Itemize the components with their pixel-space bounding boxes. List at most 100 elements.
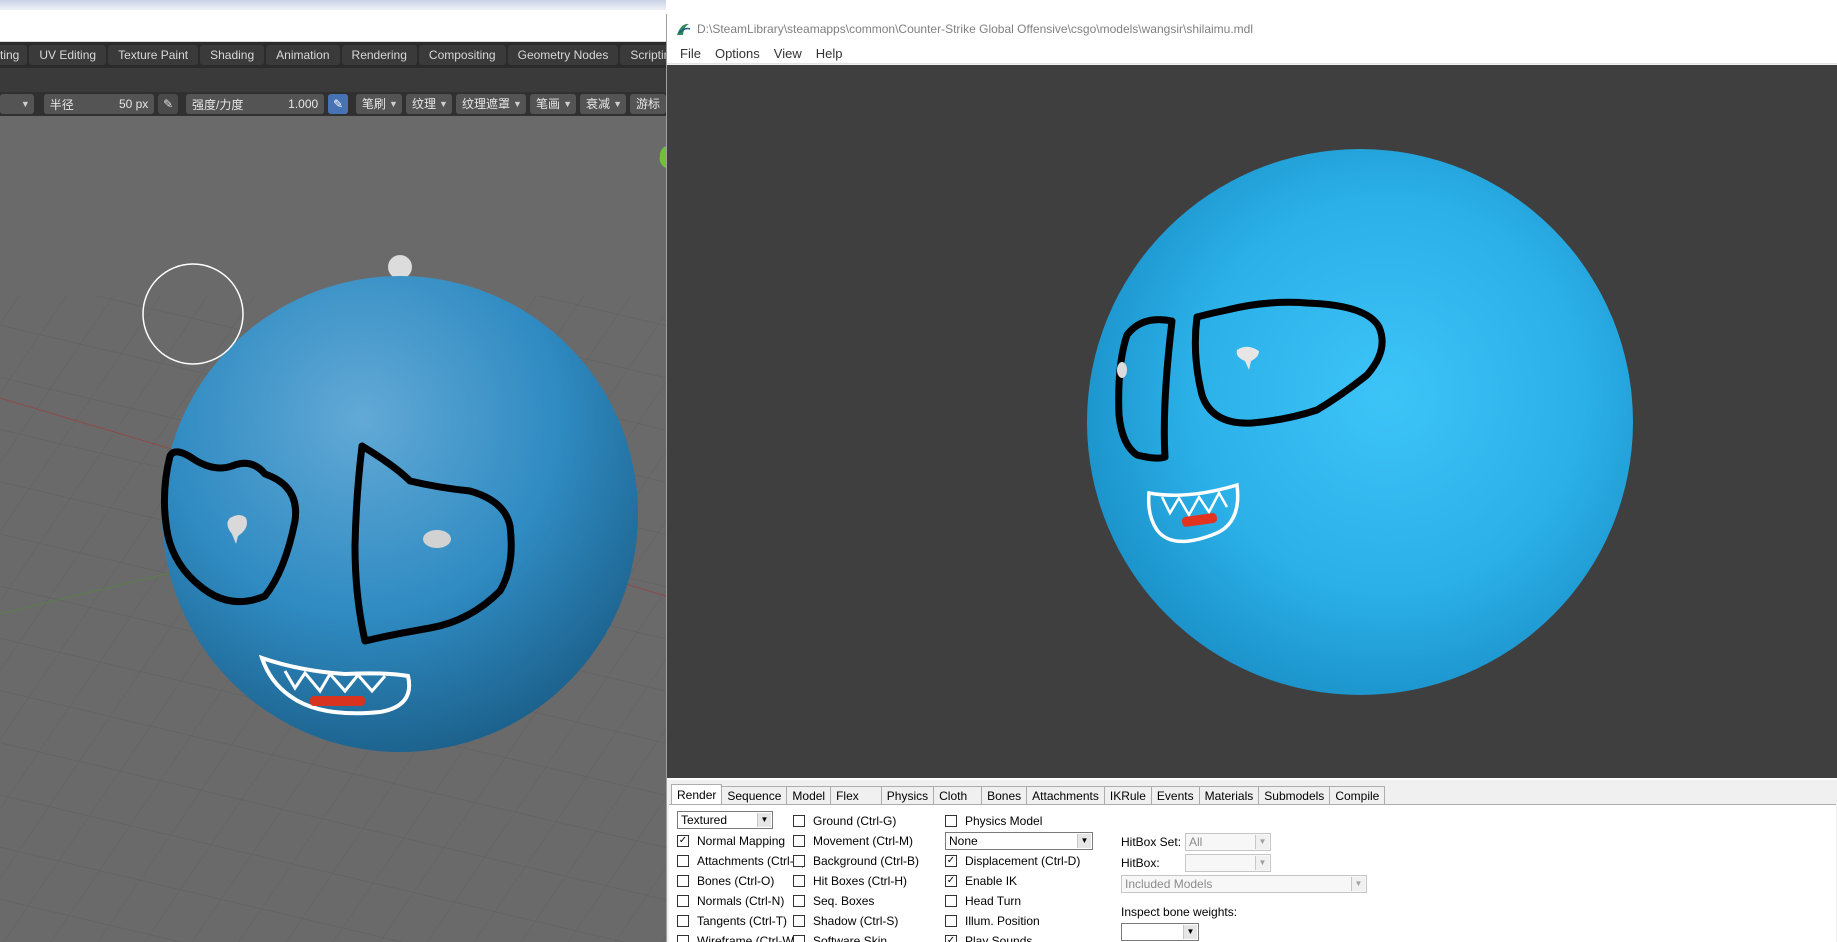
checkbox-box[interactable]: ✓	[677, 835, 689, 847]
strength-field[interactable]: 强度/力度 1.000	[186, 94, 325, 114]
checkbox-displacement[interactable]: ✓ Displacement (Ctrl-D)	[945, 853, 1080, 869]
checkbox-box[interactable]	[677, 915, 689, 927]
tab-attachments[interactable]: Attachments	[1026, 786, 1105, 804]
tab-model[interactable]: Model	[786, 786, 832, 804]
mode-dropdown[interactable]: ▼	[0, 94, 34, 114]
radius-label: 半径	[49, 97, 74, 112]
paint-tool-settings: ▼ 半径 50 px ✎ 强度/力度 1.000 ✎ 笔刷 ▼ 纹理 ▼ 纹理遮罩 ▼…	[0, 92, 666, 116]
texture-dropdown[interactable]: 纹理 ▼	[405, 94, 452, 114]
texture-dropdown-label: 纹理	[411, 97, 436, 111]
checkbox-box[interactable]	[945, 915, 957, 927]
render-mode-select[interactable]: Textured ▼	[677, 811, 773, 829]
texture-mask-dropdown[interactable]: 纹理遮罩 ▼	[455, 94, 526, 114]
checkbox-shadow[interactable]: Shadow (Ctrl-S)	[793, 913, 898, 929]
checkbox-box[interactable]	[793, 915, 805, 927]
checkbox-normals[interactable]: Normals (Ctrl-N)	[677, 893, 784, 909]
hitbox-select[interactable]: ▼	[1185, 854, 1271, 872]
chevron-down-icon: ▼	[439, 99, 448, 109]
tab-uv-editing[interactable]: UV Editing	[29, 45, 107, 65]
included-models-select[interactable]: Included Models ▼	[1121, 875, 1367, 893]
tab-scripting[interactable]: Scripting	[620, 45, 666, 65]
hlmv-app-icon	[675, 21, 691, 37]
checkbox-box[interactable]	[793, 935, 805, 942]
inspect-bone-weights-select[interactable]: ▼	[1121, 923, 1199, 941]
checkbox-label: Illum. Position	[965, 914, 1040, 928]
checkbox-hit-boxes[interactable]: Hit Boxes (Ctrl-H)	[793, 873, 907, 889]
chevron-down-icon: ▼	[613, 99, 622, 109]
checkbox-movement[interactable]: Movement (Ctrl-M)	[793, 833, 913, 849]
menu-file[interactable]: File	[673, 46, 708, 61]
checkbox-bones[interactable]: Bones (Ctrl-O)	[677, 873, 774, 889]
blender-3d-viewport[interactable]	[0, 116, 666, 942]
checkbox-label: Software Skin	[813, 934, 888, 942]
tab-ikrule[interactable]: IKRule	[1103, 786, 1152, 804]
tab-physics[interactable]: Physics	[880, 786, 935, 804]
checkbox-box[interactable]	[677, 895, 689, 907]
checkbox-box[interactable]	[677, 855, 689, 867]
tab-texture-editing[interactable]: ting	[0, 45, 28, 65]
menu-view[interactable]: View	[767, 46, 809, 61]
checkbox-head-turn[interactable]: Head Turn	[945, 893, 1021, 909]
menu-help[interactable]: Help	[809, 46, 850, 61]
dropdown-arrow-icon: ▼	[1255, 835, 1269, 849]
physics-select[interactable]: None ▼	[945, 832, 1093, 850]
checkbox-box[interactable]: ✓	[945, 875, 957, 887]
checkbox-box[interactable]	[793, 815, 805, 827]
radius-field[interactable]: 半径 50 px	[43, 94, 155, 114]
checkbox-box[interactable]: ✓	[945, 935, 957, 942]
tab-materials[interactable]: Materials	[1198, 786, 1260, 804]
menu-options[interactable]: Options	[708, 46, 767, 61]
tab-animation[interactable]: Animation	[266, 45, 340, 65]
tab-flex[interactable]: Flex	[830, 786, 882, 804]
checkbox-box[interactable]	[677, 875, 689, 887]
checkbox-enable-ik[interactable]: ✓ Enable IK	[945, 873, 1017, 889]
tab-render[interactable]: Render	[671, 784, 723, 805]
checkbox-physics-model[interactable]: Physics Model	[945, 813, 1042, 829]
checkbox-box[interactable]: ✓	[945, 855, 957, 867]
model-render-viewport[interactable]	[667, 65, 1837, 778]
checkbox-normal-mapping[interactable]: ✓ Normal Mapping	[677, 833, 785, 849]
tab-compositing[interactable]: Compositing	[418, 45, 506, 65]
stroke-dropdown[interactable]: 笔画 ▼	[529, 94, 576, 114]
falloff-dropdown[interactable]: 衰减 ▼	[579, 94, 626, 114]
tab-bones[interactable]: Bones	[981, 786, 1028, 804]
checkbox-illum-position[interactable]: Illum. Position	[945, 913, 1040, 929]
checkbox-background[interactable]: Background (Ctrl-B)	[793, 853, 919, 869]
checkbox-tangents[interactable]: Tangents (Ctrl-T)	[677, 913, 787, 929]
checkbox-box[interactable]	[945, 815, 957, 827]
checkbox-play-sounds[interactable]: ✓ Play Sounds	[945, 933, 1032, 942]
checkbox-box[interactable]	[945, 895, 957, 907]
desktop: ting UV Editing Texture Paint Shading An…	[0, 0, 1837, 942]
checkbox-wireframe[interactable]: Wireframe (Ctrl-W)	[677, 933, 798, 942]
tab-sequence[interactable]: Sequence	[721, 786, 788, 804]
tab-events[interactable]: Events	[1150, 786, 1200, 804]
falloff-dropdown-label: 衰减	[585, 97, 610, 111]
tab-submodels[interactable]: Submodels	[1258, 786, 1331, 804]
tab-texture-paint[interactable]: Texture Paint	[108, 45, 199, 65]
brush-dropdown[interactable]: 笔刷 ▼	[355, 94, 402, 114]
checkbox-box[interactable]	[677, 935, 689, 942]
pressure-strength-icon[interactable]: ✎	[328, 94, 348, 114]
right-eye-highlight	[423, 530, 451, 548]
tab-rendering[interactable]: Rendering	[341, 45, 417, 65]
checkbox-box[interactable]	[793, 875, 805, 887]
checkbox-ground[interactable]: Ground (Ctrl-G)	[793, 813, 896, 829]
checkbox-attachments[interactable]: Attachments (Ctrl-A)	[677, 853, 806, 869]
checkbox-label: Movement (Ctrl-M)	[813, 834, 914, 848]
checkbox-software-skin[interactable]: Software Skin	[793, 933, 887, 942]
tab-shading[interactable]: Shading	[200, 45, 265, 65]
tab-cloth[interactable]: Cloth	[933, 786, 983, 804]
tab-geometry-nodes[interactable]: Geometry Nodes	[507, 45, 619, 65]
checkbox-label: Normal Mapping	[697, 834, 786, 848]
checkbox-seq-boxes[interactable]: Seq. Boxes	[793, 893, 874, 909]
cursor-dropdown-label: 游标	[636, 97, 661, 111]
checkbox-box[interactable]	[793, 835, 805, 847]
hitbox-set-select[interactable]: All ▼	[1185, 833, 1271, 851]
cursor-dropdown[interactable]: 游标	[630, 94, 666, 114]
dropdown-arrow-icon: ▼	[1351, 877, 1365, 891]
pressure-radius-icon[interactable]: ✎	[158, 94, 179, 114]
tab-compile[interactable]: Compile	[1329, 786, 1386, 804]
checkbox-box[interactable]	[793, 855, 805, 867]
checkbox-box[interactable]	[793, 895, 805, 907]
stroke-dropdown-label: 笔画	[535, 97, 560, 111]
